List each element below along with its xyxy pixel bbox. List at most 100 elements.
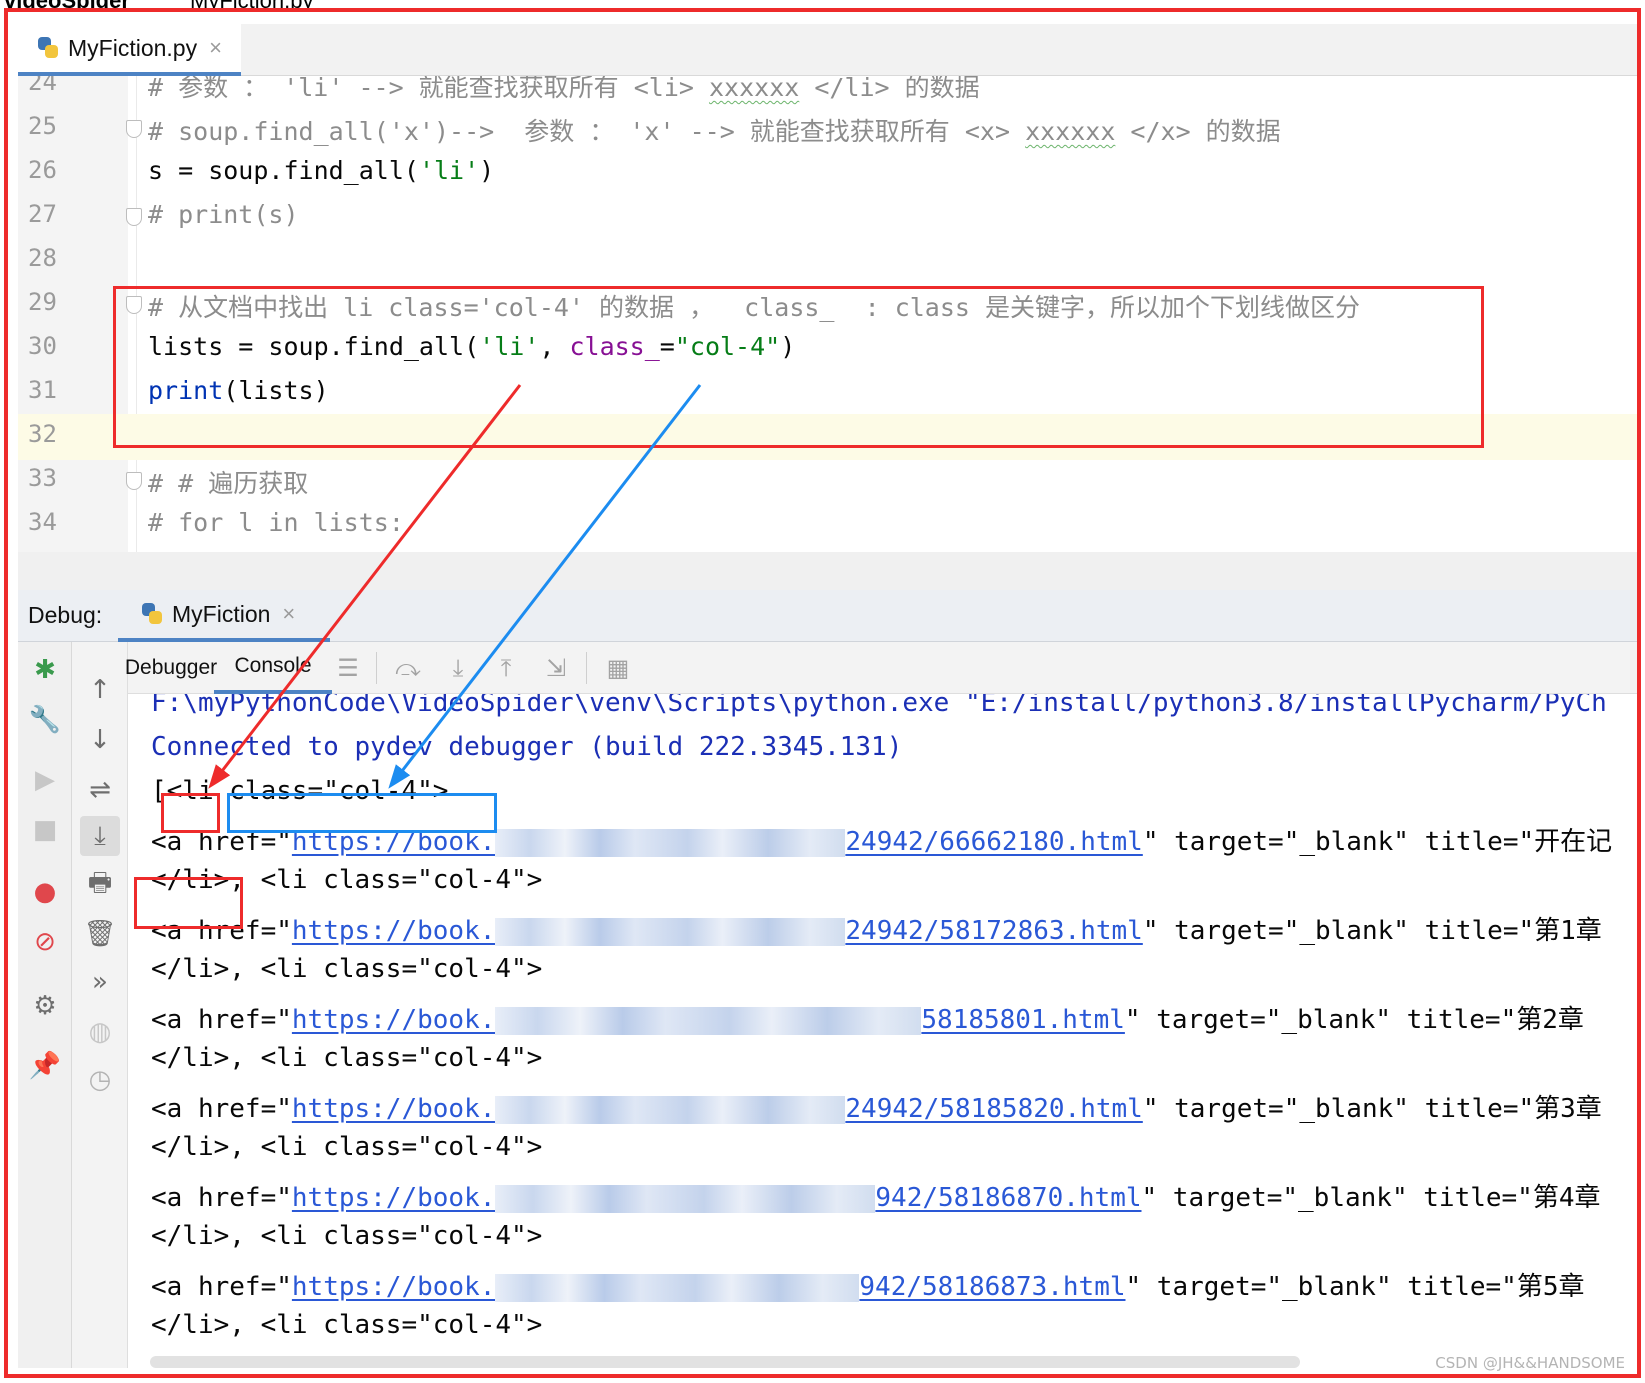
soft-wrap-icon[interactable]: ⇌ [80, 770, 120, 810]
code-text: s = soup.find_all('li') [148, 156, 495, 185]
tab-console[interactable]: Console [214, 642, 332, 694]
result-link[interactable]: https://book. [292, 827, 496, 857]
fold-icon[interactable] [126, 120, 142, 138]
step-over-icon[interactable]: ⤼ [390, 650, 426, 686]
debug-tab-myfiction[interactable]: MyFiction × [118, 590, 330, 642]
python-console-icon[interactable]: ◍ [80, 1012, 120, 1052]
trash-icon[interactable]: 🗑 [80, 914, 120, 954]
arrow-down-icon[interactable]: ↓ [80, 720, 120, 760]
code-line[interactable]: 33 # # 遍历获取 [18, 458, 1641, 504]
code-line[interactable]: 24 # 参数 ： 'li' --> 就能查找获取所有 <li> xxxxxx … [18, 76, 1641, 108]
view-breakpoints-icon[interactable]: ● [25, 872, 65, 912]
breadcrumb: videoSpider MyFiction.py [0, 0, 1645, 8]
result-link[interactable]: https://book. [292, 1272, 496, 1302]
console-line: <a href="https://book. 58185801.html" tar… [151, 1005, 1584, 1035]
console-line: </li>, <li class="col-4"> [151, 1221, 543, 1251]
fold-icon[interactable] [126, 472, 142, 490]
resume-icon[interactable]: ▶ [25, 760, 65, 800]
result-link[interactable]: 24942/58172863.html [845, 916, 1142, 946]
editor-tab-myfiction[interactable]: MyFiction.py × [18, 24, 241, 76]
result-link[interactable]: 24942/66662180.html [845, 827, 1142, 857]
debug-side-toolbar: ✱ 🔧 ▶ ■ ● ⊘ ⚙ 📌 [18, 642, 72, 1368]
console-side-toolbar: ↑ ↓ ⇌ ⤓ 🖶 🗑 » ◍ ◷ [72, 642, 128, 1368]
blurred-region [495, 1184, 876, 1213]
console-line: <a href="https://book. 942/58186873.html"… [151, 1272, 1585, 1302]
console-line: <a href="https://book. 24942/58172863.htm… [151, 916, 1602, 946]
close-icon[interactable]: × [209, 35, 222, 61]
code-line[interactable]: 34 # for l in lists: [18, 502, 1641, 548]
result-link[interactable]: 24942/58185820.html [845, 1094, 1142, 1124]
code-text: # # 遍历获取 [148, 469, 309, 498]
blurred-region [495, 828, 846, 857]
step-out-icon[interactable]: ⤒ [488, 650, 524, 686]
line-number: 31 [28, 376, 57, 404]
evaluate-expression-icon[interactable]: ▦ [600, 650, 636, 686]
scroll-to-end-icon[interactable]: ⤓ [80, 816, 120, 856]
line-number: 28 [28, 244, 57, 272]
blurred-region [495, 917, 846, 946]
result-link[interactable]: 942/58186870.html [875, 1183, 1141, 1213]
code-line[interactable]: 25 # soup.find_all('x')--> 参数 ： 'x' --> … [18, 106, 1641, 152]
mute-breakpoints-icon[interactable]: ⊘ [25, 922, 65, 962]
editor-tab-label: MyFiction.py [68, 34, 198, 61]
result-link[interactable]: https://book. [292, 1183, 496, 1213]
code-text: # 从文档中找出 li class='col-4' 的数据 ， class_ :… [148, 293, 1361, 322]
result-link[interactable]: https://book. [292, 916, 496, 946]
code-line-current[interactable]: 32 [18, 414, 1641, 460]
tab-debugger[interactable]: Debugger [125, 642, 217, 694]
console-line: [<li class="col-4"> [151, 776, 449, 806]
history-icon[interactable]: ◷ [80, 1060, 120, 1100]
print-icon[interactable]: 🖶 [80, 866, 120, 906]
line-number: 29 [28, 288, 57, 316]
code-text: # for l in lists: [148, 508, 404, 537]
code-line[interactable]: 30 lists = soup.find_all('li', class_="c… [18, 326, 1641, 372]
debug-subtabs: Debugger Console ☰ ⤼ ⤓ ⤒ ⇲ ▦ [125, 642, 1641, 694]
result-link[interactable]: https://book. [292, 1094, 496, 1124]
result-link[interactable]: https://book. [292, 1005, 496, 1035]
code-text: print(lists) [148, 376, 329, 405]
breadcrumb-file[interactable]: MyFiction.py [190, 0, 313, 8]
line-number: 24 [28, 76, 57, 96]
code-text: lists = soup.find_all('li', class_="col-… [148, 332, 796, 361]
breadcrumb-project[interactable]: videoSpider [4, 0, 130, 8]
console-line: Connected to pydev debugger (build 222.3… [151, 732, 903, 762]
console-line: </li>, <li class="col-4"> [151, 954, 543, 984]
console-output[interactable]: F:\myPythonCode\VideoSpider\venv\Scripts… [128, 694, 1641, 1368]
more-actions-icon[interactable]: » [80, 962, 120, 1002]
fold-icon[interactable] [126, 208, 142, 226]
console-line: <a href="https://book. 24942/58185820.htm… [151, 1094, 1602, 1124]
debug-tool-window-header: Debug: MyFiction × [18, 590, 1641, 642]
code-line[interactable]: 29 # 从文档中找出 li class='col-4' 的数据 ， class… [18, 282, 1641, 328]
result-link[interactable]: 58185801.html [921, 1005, 1125, 1035]
debug-tab-label: MyFiction [172, 600, 271, 627]
code-line[interactable]: 26 s = soup.find_all('li') [18, 150, 1641, 196]
frames-list-icon[interactable]: ☰ [330, 650, 366, 686]
close-icon[interactable]: × [282, 601, 295, 627]
code-editor[interactable]: 24 # 参数 ： 'li' --> 就能查找获取所有 <li> xxxxxx … [18, 76, 1641, 552]
console-line: </li>, <li class="col-4"> [151, 1132, 543, 1162]
python-file-icon [36, 36, 60, 60]
settings-gear-icon[interactable]: ⚙ [25, 986, 65, 1026]
line-number: 26 [28, 156, 57, 184]
python-run-icon [140, 602, 164, 626]
code-line[interactable]: 28 [18, 238, 1641, 284]
horizontal-scrollbar[interactable] [150, 1356, 1300, 1368]
console-line: </li>, <li class="col-4"> [151, 1043, 543, 1073]
pin-icon[interactable]: 📌 [25, 1046, 65, 1086]
editor-tab-bar: MyFiction.py × [18, 24, 1641, 76]
code-line[interactable]: 31 print(lists) [18, 370, 1641, 416]
arrow-up-icon[interactable]: ↑ [80, 670, 120, 710]
wrench-icon[interactable]: 🔧 [25, 700, 65, 740]
fold-icon[interactable] [126, 296, 142, 314]
line-number: 27 [28, 200, 57, 228]
step-into-icon[interactable]: ⤓ [440, 650, 476, 686]
line-number: 30 [28, 332, 57, 360]
stop-icon[interactable]: ■ [25, 810, 65, 850]
console-line: </li>, <li class="col-4"> [151, 1310, 543, 1340]
rerun-debug-icon[interactable]: ✱ [25, 650, 65, 690]
code-line[interactable]: 27 # print(s) [18, 194, 1641, 240]
run-to-cursor-icon[interactable]: ⇲ [538, 650, 574, 686]
blurred-region [495, 1095, 846, 1124]
line-number: 32 [28, 420, 57, 448]
result-link[interactable]: 942/58186873.html [859, 1272, 1125, 1302]
